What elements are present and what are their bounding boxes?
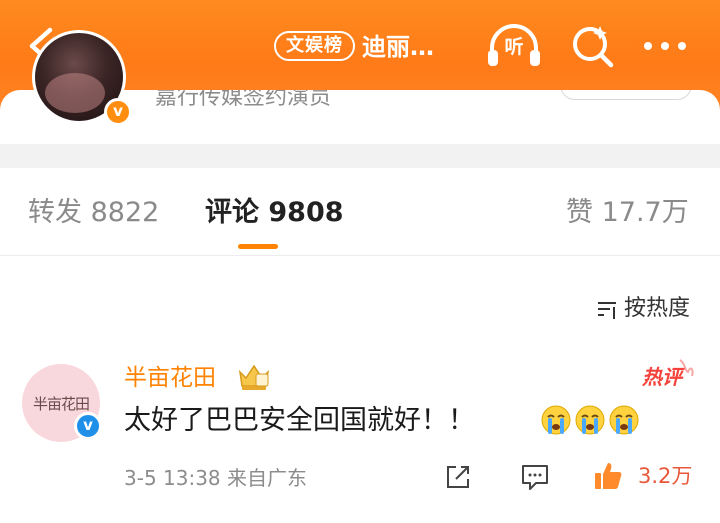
commenter-avatar-text: 半亩花田 (32, 394, 90, 413)
tab-reposts[interactable]: 转发 8822 (28, 196, 159, 230)
profile-description: 嘉行传媒签约演员 (155, 90, 332, 110)
section-divider (0, 144, 720, 168)
search-icon[interactable] (566, 20, 618, 72)
hot-comment-label: 热评 (642, 365, 682, 389)
follow-button[interactable] (560, 90, 692, 100)
sort-by-hot-button[interactable]: 按热度 (596, 294, 690, 324)
verified-blue-badge-icon (74, 412, 102, 440)
topic-category-tag[interactable]: 文娱榜 (274, 31, 355, 61)
comment-meta: 3-5 13:38 来自广东 (124, 466, 308, 490)
thumbs-up-icon (595, 463, 622, 489)
comment-text: 太好了巴巴安全回国就好！！ (124, 405, 475, 436)
share-icon[interactable] (444, 463, 472, 491)
crying-face-icon (609, 405, 639, 435)
listen-label: 听 (504, 36, 524, 58)
topic-title[interactable]: 迪丽… (362, 29, 434, 65)
interaction-tabs: 转发 8822 评论 9808 赞 17.7万 (0, 168, 720, 256)
tab-likes[interactable]: 赞 17.7万 (566, 196, 689, 230)
sort-icon (598, 302, 616, 319)
crying-face-icon (575, 405, 605, 435)
crying-face-icon (541, 405, 571, 435)
reply-icon[interactable] (520, 463, 550, 491)
sort-label: 按热度 (624, 296, 691, 321)
verified-badge-icon (104, 98, 132, 126)
comment-emoji-row (540, 403, 640, 437)
like-button[interactable]: 3.2万 (592, 458, 700, 494)
commenter-username[interactable]: 半亩花田 (124, 362, 216, 394)
active-tab-indicator (238, 244, 278, 249)
tab-comments[interactable]: 评论 9808 (205, 196, 344, 230)
more-options-icon[interactable] (640, 28, 690, 64)
fan-crown-icon (238, 364, 270, 390)
like-count: 3.2万 (638, 464, 693, 488)
